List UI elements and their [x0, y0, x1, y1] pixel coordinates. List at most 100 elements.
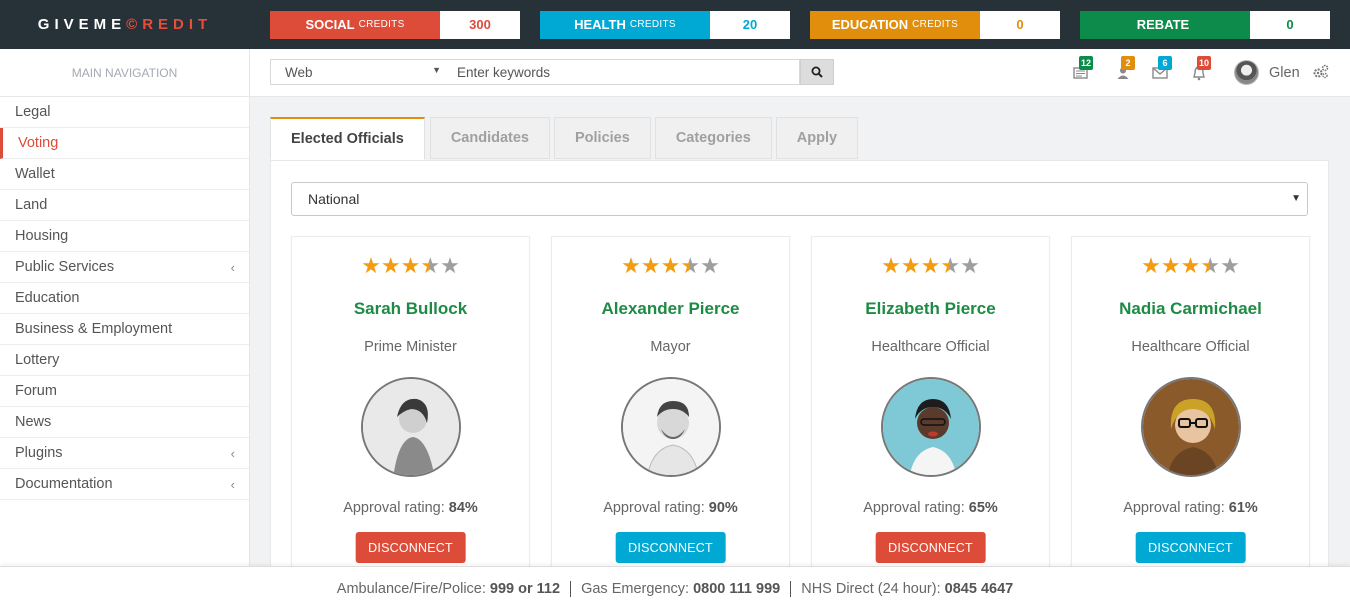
tab-elected-officials[interactable]: Elected Officials [270, 117, 425, 160]
footer-value: 0845 4647 [944, 581, 1014, 597]
approval-label: Approval rating: [1123, 500, 1225, 516]
credit-label-bg: SOCIAL CREDITS [270, 10, 440, 39]
footer-label: Gas Emergency: [581, 581, 690, 597]
star-icon: ★ [380, 253, 401, 278]
region-select[interactable]: National ▼ [291, 182, 1308, 216]
sidebar-item-label: Documentation [15, 476, 113, 492]
star-icon: ★ [420, 253, 441, 278]
sidebar-item-legal[interactable]: Legal [0, 97, 249, 128]
sidebar-item-label: Wallet [15, 166, 55, 182]
sidebar-item-plugins[interactable]: Plugins ‹ [0, 438, 249, 469]
footer: Ambulance/Fire/Police: 999 or 112 Gas Em… [0, 566, 1350, 611]
tab-bar: Elected Officials Candidates Policies Ca… [270, 117, 1329, 160]
star-icon: ★ [680, 253, 701, 278]
sidebar-item-housing[interactable]: Housing [0, 221, 249, 252]
official-name[interactable]: Sarah Bullock [292, 299, 529, 319]
rating-stars: ★ ★ ★ ★ ★ [552, 255, 789, 277]
sidebar-item-forum[interactable]: Forum [0, 376, 249, 407]
sidebar-item-wallet[interactable]: Wallet [0, 159, 249, 190]
nav-list: Legal Voting Wallet Land Housing Public Servi… [0, 97, 249, 500]
tab-policies[interactable]: Policies [554, 117, 651, 159]
user-icon[interactable]: 2 [1113, 56, 1135, 83]
rating-stars: ★ ★ ★ ★ ★ [292, 255, 529, 277]
sidebar-item-label: Forum [15, 383, 57, 399]
credit-label-bg: EDUCATION CREDITS [810, 10, 980, 39]
star-icon: ★ [1141, 253, 1161, 278]
sidebar-item-label: Legal [15, 104, 51, 120]
official-name[interactable]: Alexander Pierce [552, 299, 789, 319]
notification-badge: 2 [1121, 56, 1135, 70]
tab-apply[interactable]: Apply [775, 117, 859, 159]
credit-value: 0 [1250, 10, 1330, 39]
star-icon: ★ [361, 253, 381, 278]
region-select-value: National [308, 191, 360, 207]
gears-icon[interactable] [1312, 64, 1329, 84]
sidebar-item-label: Land [15, 197, 48, 213]
sidebar-item-label: Education [15, 290, 80, 306]
sidebar-item-land[interactable]: Land [0, 190, 249, 221]
credit-label: HEALTH [574, 17, 626, 32]
sidebar-item-voting[interactable]: Voting [0, 128, 249, 159]
official-card: ★ ★ ★ ★ ★ Alexander Pierce Mayor Approval ratin… [551, 236, 790, 576]
sidebar-item-business-employment[interactable]: Business & Employment [0, 314, 249, 345]
star-icon: ★ [1200, 253, 1221, 278]
official-role: Healthcare Official [871, 339, 990, 355]
footer-value: 999 or 112 [489, 581, 561, 597]
official-card: ★ ★ ★ ★ ★ Elizabeth Pierce Healthcare Official… [811, 236, 1050, 576]
chevron-left-icon: ‹ [230, 476, 235, 492]
disconnect-button[interactable]: DISCONNECT [355, 532, 466, 563]
sidebar-item-education[interactable]: Education [0, 283, 249, 314]
search-icon [811, 66, 823, 78]
credit-label: REBATE [1136, 17, 1190, 32]
approval-value: 61% [1228, 500, 1258, 516]
user-menu[interactable]: Glen [1234, 60, 1300, 85]
official-photo [881, 377, 981, 477]
avatar [1234, 60, 1259, 85]
caret-down-icon: ▼ [1291, 193, 1301, 204]
tab-categories[interactable]: Categories [654, 117, 772, 159]
search-scope-select[interactable]: Web ▼ [270, 59, 448, 85]
official-name[interactable]: Elizabeth Pierce [812, 299, 1049, 319]
disconnect-button[interactable]: DISCONNECT [1135, 532, 1246, 563]
credit-value: 20 [710, 10, 790, 39]
sidebar-item-public-services[interactable]: Public Services ‹ [0, 252, 249, 283]
brand-logo[interactable]: GIVEME © REDIT [0, 0, 250, 49]
disconnect-button[interactable]: DISCONNECT [875, 532, 986, 563]
search-button[interactable] [800, 59, 834, 85]
sidebar-item-documentation[interactable]: Documentation ‹ [0, 469, 249, 500]
credit-education[interactable]: EDUCATION CREDITS 0 [810, 10, 1060, 39]
official-card: ★ ★ ★ ★ ★ Nadia Carmichael Healthcare Official… [1071, 236, 1310, 576]
credit-social[interactable]: SOCIAL CREDITS 300 [270, 10, 520, 39]
credit-label: EDUCATION [831, 17, 909, 32]
credit-label-bg: REBATE [1080, 10, 1250, 39]
tab-panel: National ▼ ★ ★ ★ ★ ★ Sarah Bullock Prime Minis… [270, 160, 1329, 576]
footer-value: 0800 111 999 [693, 581, 781, 597]
main-content: Elected Officials Candidates Policies Ca… [270, 117, 1329, 576]
credit-value: 0 [980, 10, 1060, 39]
official-role: Healthcare Official [1131, 339, 1250, 355]
bell-icon[interactable]: 10 [1189, 56, 1212, 83]
sidebar-item-news[interactable]: News [0, 407, 249, 438]
official-name[interactable]: Nadia Carmichael [1072, 299, 1309, 319]
official-role: Prime Minister [364, 339, 457, 355]
sidebar-item-label: Voting [18, 135, 59, 151]
disconnect-button[interactable]: DISCONNECT [615, 532, 726, 563]
sidebar-item-lottery[interactable]: Lottery [0, 345, 249, 376]
envelope-icon[interactable]: 6 [1150, 56, 1172, 83]
officials-grid: ★ ★ ★ ★ ★ Sarah Bullock Prime Minister Approval… [291, 236, 1310, 576]
chevron-left-icon: ‹ [230, 259, 235, 275]
official-card: ★ ★ ★ ★ ★ Sarah Bullock Prime Minister Approval… [291, 236, 530, 576]
star-icon: ★ [940, 253, 961, 278]
star-icon: ★ [700, 253, 720, 278]
star-icon: ★ [881, 253, 901, 278]
credit-health[interactable]: HEALTH CREDITS 20 [540, 10, 790, 39]
search-input[interactable] [447, 59, 800, 85]
sidebar: MAIN NAVIGATION Legal Voting Wallet Land Hou… [0, 49, 250, 569]
tab-candidates[interactable]: Candidates [429, 117, 550, 159]
rating-stars: ★ ★ ★ ★ ★ [812, 255, 1049, 277]
notification-badge: 12 [1079, 56, 1094, 70]
credit-rebate[interactable]: REBATE 0 [1080, 10, 1330, 39]
newspaper-icon[interactable]: 12 [1071, 56, 1094, 83]
footer-label: NHS Direct (24 hour): [801, 581, 941, 597]
chevron-left-icon: ‹ [230, 445, 235, 461]
